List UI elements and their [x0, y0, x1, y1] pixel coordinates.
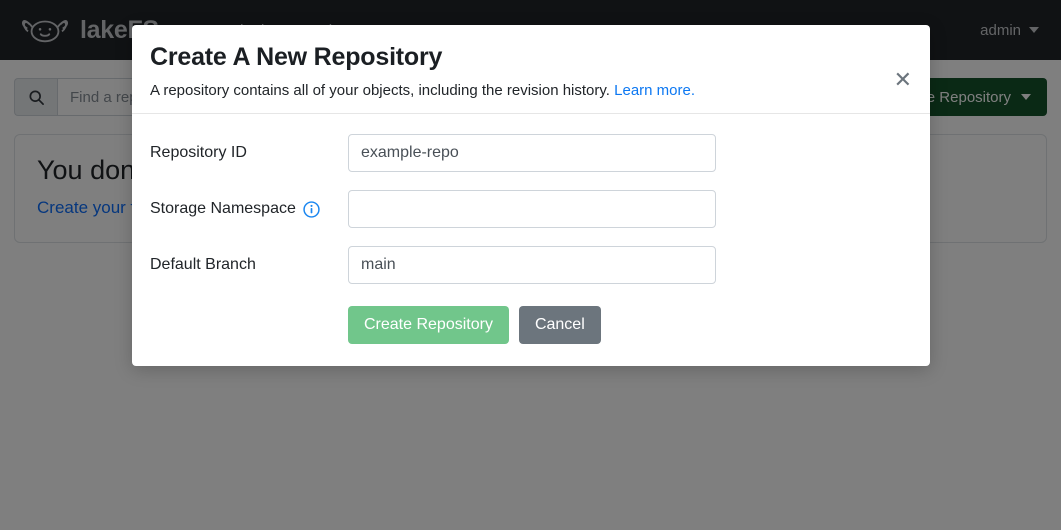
repository-id-label-text: Repository ID	[150, 144, 247, 161]
close-icon[interactable]: ✕	[894, 69, 912, 91]
modal-title: Create A New Repository	[150, 43, 443, 71]
default-branch-label: Default Branch	[150, 256, 348, 274]
modal-description-text: A repository contains all of your object…	[150, 82, 610, 99]
info-circle-icon[interactable]	[303, 200, 320, 218]
modal-body: Repository ID Storage Namespace Default …	[132, 114, 930, 366]
form-row-repository-id: Repository ID	[150, 134, 912, 172]
learn-more-link[interactable]: Learn more.	[614, 82, 695, 99]
storage-namespace-label: Storage Namespace	[150, 200, 348, 218]
modal-header: Create A New Repository A repository con…	[132, 25, 930, 114]
modal-description: A repository contains all of your object…	[150, 82, 908, 99]
repository-id-label: Repository ID	[150, 144, 348, 162]
modal-actions: Create Repository Cancel	[348, 306, 912, 344]
create-repository-submit-button[interactable]: Create Repository	[348, 306, 509, 344]
storage-namespace-input[interactable]	[348, 190, 716, 228]
default-branch-input[interactable]	[348, 246, 716, 284]
storage-namespace-label-text: Storage Namespace	[150, 200, 296, 217]
form-row-default-branch: Default Branch	[150, 246, 912, 284]
form-row-storage-namespace: Storage Namespace	[150, 190, 912, 228]
cancel-button[interactable]: Cancel	[518, 306, 601, 344]
default-branch-label-text: Default Branch	[150, 256, 256, 273]
repository-id-input[interactable]	[348, 134, 716, 172]
create-repository-modal: Create A New Repository A repository con…	[132, 25, 930, 366]
